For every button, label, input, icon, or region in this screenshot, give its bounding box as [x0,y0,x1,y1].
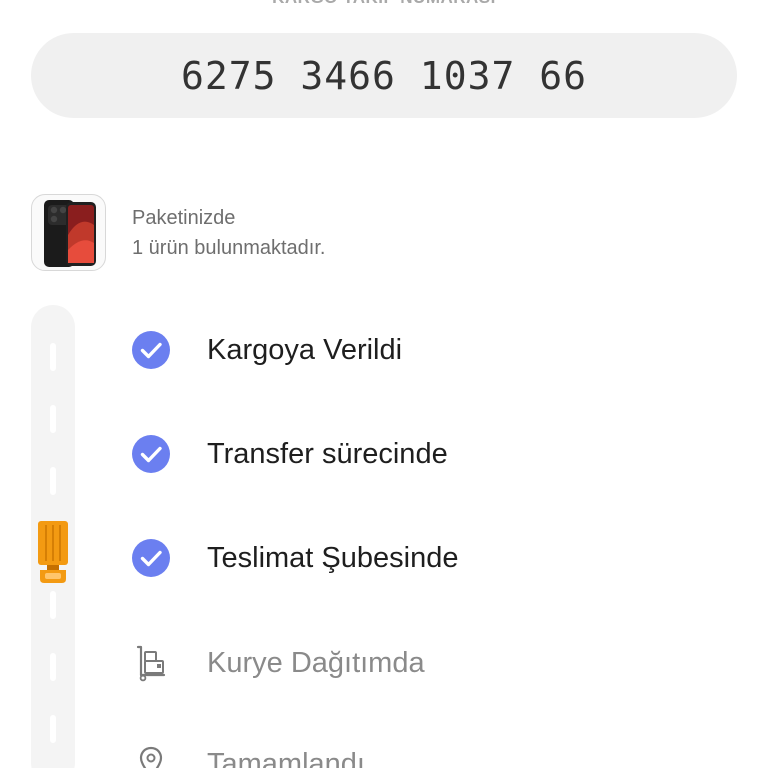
package-info-line1: Paketinizde [132,207,236,229]
tracking-number-label: KARGO TAKİP NUMARASI [0,0,768,8]
step-kargoya-verildi[interactable]: Kargoya Verildi [130,328,402,372]
product-thumbnail[interactable] [31,194,106,271]
step-teslimat-subesinde[interactable]: Teslimat Şubesinde [130,536,458,580]
location-pin-icon [130,743,172,768]
step-label: Kurye Dağıtımda [207,646,425,679]
road-dash [50,405,56,433]
road-dash [50,591,56,619]
road-dash [50,653,56,681]
step-tamamlandi[interactable]: Tamamlandı [130,742,365,768]
road-dash [50,467,56,495]
step-label: Kargoya Verildi [207,333,403,366]
step-kurye-dagitimda[interactable]: Kurye Dağıtımda [130,641,425,685]
smartphone-image [44,200,96,267]
step-label: Tamamlandı [207,747,365,768]
package-info: Paketinizde 1 ürün bulunmaktadır. [132,203,325,263]
check-circle-icon [130,329,172,371]
package-info-line2: 1 ürün bulunmaktadır. [132,237,326,259]
step-label: Transfer sürecinde [207,437,448,470]
tracking-number[interactable]: 6275 3466 1037 66 [181,54,587,98]
truck-icon [36,520,70,584]
road-dash [50,715,56,743]
step-transfer-surecinde[interactable]: Transfer sürecinde [130,432,448,476]
road-dash [50,343,56,371]
courier-dolly-icon [130,642,172,684]
check-circle-icon [130,433,172,475]
tracking-number-box[interactable]: 6275 3466 1037 66 [31,33,737,118]
check-circle-icon [130,537,172,579]
tracking-page: KARGO TAKİP NUMARASI 6275 3466 1037 66 P… [0,0,768,768]
step-label: Teslimat Şubesinde [207,541,459,574]
